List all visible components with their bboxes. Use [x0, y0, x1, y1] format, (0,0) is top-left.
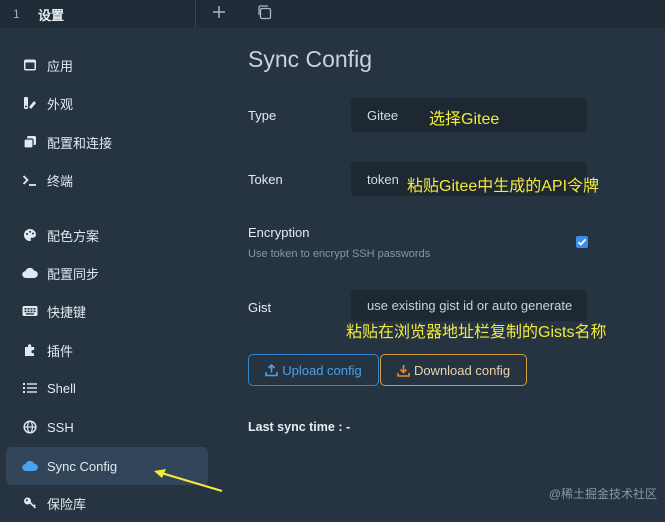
new-tab-button[interactable] [207, 0, 231, 24]
tab-settings[interactable]: 1 设置 [0, 0, 195, 28]
sync-config-panel: Sync Config Type Gitee 选择Gitee Token tok… [222, 28, 665, 508]
encryption-label: Encryption [248, 225, 310, 240]
sidebar-item-terminal[interactable]: 终端 [6, 161, 208, 199]
token-annotation: 粘贴Gitee中生成的API令牌 [407, 178, 600, 195]
gist-label: Gist [248, 300, 272, 315]
puzzle-icon [21, 341, 39, 359]
sidebar-item-application[interactable]: 应用 [6, 46, 208, 84]
sidebar-item-plugins[interactable]: 插件 [6, 331, 208, 369]
gist-placeholder: use existing gist id or auto generate [367, 298, 573, 313]
sidebar-item-hotkeys[interactable]: 快捷键 [6, 292, 208, 330]
annotation-arrow [154, 469, 223, 492]
token-value: token [367, 171, 399, 187]
sidebar-item-label: 外观 [47, 96, 74, 112]
sidebar-item-label: 应用 [47, 58, 74, 74]
encryption-description: Use token to encrypt SSH passwords [248, 248, 431, 260]
key-icon [21, 494, 39, 512]
sidebar-item-appearance[interactable]: 外观 [6, 84, 208, 122]
check-icon [577, 238, 587, 246]
sidebar-item-label: Sync Config [47, 458, 118, 474]
sidebar-item-label: 配色方案 [47, 228, 100, 244]
windows-button[interactable] [253, 0, 277, 24]
terminal-icon [21, 171, 39, 189]
sidebar-item-label: 终端 [47, 173, 74, 189]
download-config-button[interactable]: Download config [380, 354, 527, 386]
tab-title: 设置 [38, 7, 65, 23]
cloud-icon [21, 264, 39, 282]
sidebar-item-profiles[interactable]: 配置和连接 [6, 123, 208, 161]
type-value: Gitee [367, 107, 399, 123]
upload-config-button[interactable]: Upload config [248, 354, 379, 386]
last-sync-time: Last sync time : - [248, 420, 351, 434]
gist-annotation: 粘贴在浏览器地址栏复制的Gists名称 [346, 324, 607, 341]
upload-config-label: Upload config [282, 362, 362, 378]
sidebar-item-ssh[interactable]: SSH [6, 408, 208, 446]
sidebar-item-label: SSH [47, 419, 74, 435]
sidebar-item-label: 配置同步 [47, 266, 100, 282]
sidebar-item-color-scheme[interactable]: 配色方案 [6, 216, 208, 254]
sidebar-item-shell[interactable]: Shell [6, 369, 208, 407]
token-label: Token [248, 172, 283, 187]
palette-icon [21, 226, 39, 244]
sidebar-item-label: Shell [47, 380, 76, 396]
type-label: Type [248, 108, 277, 123]
keyboard-icon [21, 302, 39, 320]
tab-divider [195, 0, 196, 28]
window-icon [258, 5, 272, 20]
appearance-icon [21, 94, 39, 112]
sidebar-item-config-sync[interactable]: 配置同步 [6, 254, 208, 292]
profiles-icon [21, 133, 39, 151]
sidebar-item-label: 快捷键 [47, 304, 87, 320]
type-annotation: 选择Gitee [429, 111, 500, 128]
sidebar-item-label: 保险库 [47, 496, 87, 512]
upload-icon [265, 363, 279, 377]
settings-sidebar: 应用 外观 配置和连接 终端 配色方案 配置同步 快捷键 插件 Shell SS… [0, 28, 222, 512]
encryption-checkbox[interactable] [576, 236, 588, 248]
cloud-icon [21, 457, 39, 475]
list-icon [21, 379, 39, 397]
sidebar-item-label: 配置和连接 [47, 135, 113, 151]
top-bar: 1 设置 [0, 0, 665, 28]
application-icon [21, 56, 39, 74]
plus-icon [213, 6, 225, 18]
page-title: Sync Config [248, 46, 373, 72]
globe-icon [21, 418, 39, 436]
tab-number: 1 [13, 7, 20, 21]
gist-input[interactable]: use existing gist id or auto generate [351, 290, 587, 321]
download-config-label: Download config [413, 362, 511, 378]
download-icon [397, 364, 410, 377]
sidebar-item-label: 插件 [47, 343, 74, 359]
watermark: @稀土掘金技术社区 [548, 487, 657, 501]
